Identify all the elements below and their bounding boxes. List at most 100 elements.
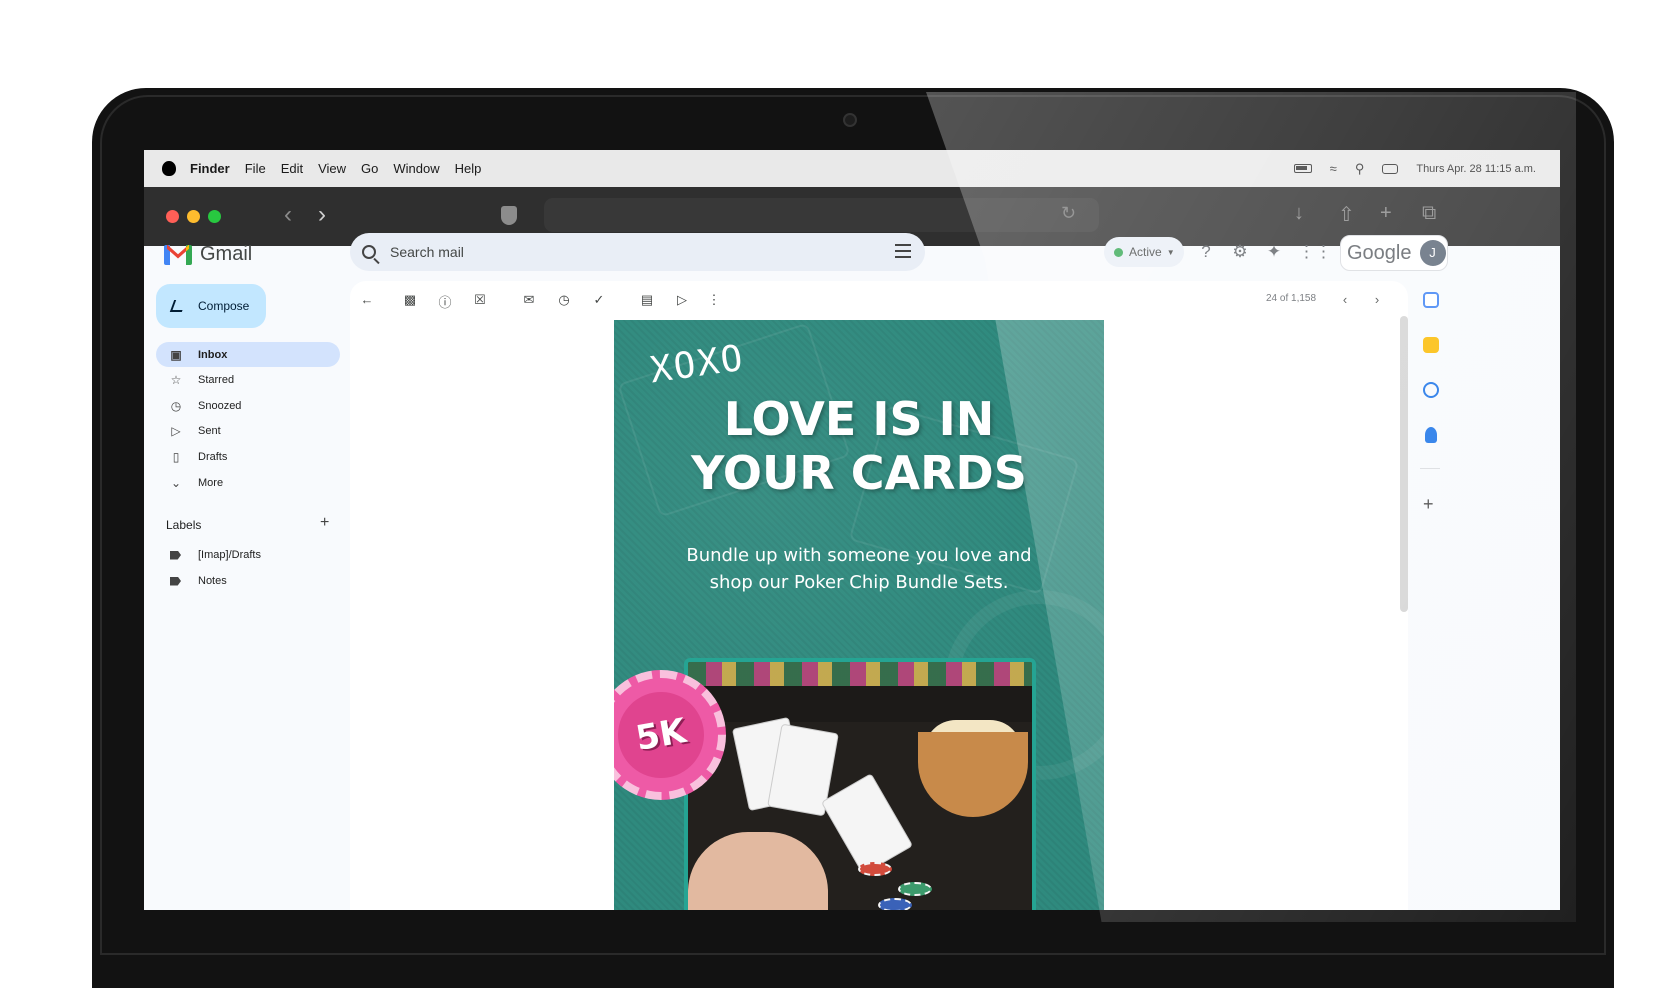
share-icon[interactable]: ⇧: [1338, 202, 1355, 227]
tasks-icon[interactable]: [1423, 382, 1439, 398]
sidebar-item-label: Inbox: [198, 348, 228, 361]
labels-heading: Labels: [166, 518, 202, 532]
email-subtext: Bundle up with someone you love and shop…: [686, 545, 1032, 593]
help-icon[interactable]: ?: [1196, 242, 1216, 262]
new-tab-icon[interactable]: +: [1380, 202, 1392, 225]
poker-chip: [858, 862, 892, 876]
status-label: Active: [1129, 245, 1162, 259]
search-options-icon[interactable]: [895, 244, 911, 258]
status-dot: [1114, 247, 1123, 257]
star-icon: ☆: [170, 372, 182, 387]
sidebar-item-label: Snoozed: [198, 399, 242, 412]
menu-go[interactable]: Go: [361, 161, 378, 176]
sidebar-item-drafts[interactable]: ▯ Drafts: [156, 444, 340, 469]
sidebar-item-label: Starred: [198, 373, 235, 386]
message-scrollbar[interactable]: [1400, 316, 1408, 612]
sidebar-item-more[interactable]: ⌄ More: [156, 470, 340, 495]
browser-forward-icon[interactable]: ›: [318, 201, 326, 229]
label-name: Notes: [198, 575, 227, 587]
contacts-icon[interactable]: [1425, 427, 1437, 443]
tab-overview-icon[interactable]: ⧉: [1422, 202, 1436, 225]
add-label-icon[interactable]: +: [320, 514, 329, 532]
menu-clock[interactable]: Thurs Apr. 28 11:15 a.m.: [1416, 163, 1536, 175]
report-spam-icon[interactable]: ⓘ: [436, 292, 454, 311]
gear-icon[interactable]: ⚙: [1230, 242, 1250, 262]
window-minimize-button[interactable]: [187, 210, 200, 223]
menu-file[interactable]: File: [245, 161, 266, 176]
gemini-sparkle-icon[interactable]: ✦: [1264, 242, 1284, 262]
sidebar-item-label: More: [198, 476, 224, 489]
message-count: 24 of 1,158: [1266, 293, 1317, 304]
address-bar[interactable]: [544, 198, 1099, 232]
more-vertical-icon[interactable]: ⋮: [705, 292, 723, 308]
search-input[interactable]: Search mail: [390, 244, 464, 260]
window-close-button[interactable]: [166, 210, 179, 223]
clock-icon: ◷: [170, 398, 182, 413]
side-panel-divider: [1420, 468, 1440, 469]
headline-line-2: YOUR CARDS: [691, 446, 1027, 500]
menu-finder[interactable]: Finder: [190, 161, 230, 176]
privacy-shield-icon[interactable]: [501, 206, 517, 225]
poker-chip: [878, 898, 912, 910]
avatar[interactable]: J: [1419, 240, 1446, 266]
wifi-icon[interactable]: ≈: [1330, 161, 1337, 176]
browser-back-icon[interactable]: ‹: [284, 201, 292, 229]
draft-icon: ▯: [172, 449, 180, 464]
apps-grid-icon[interactable]: ⋮⋮: [1298, 242, 1332, 262]
email-body-image: XOXO LOVE IS IN YOUR CARDS Bundle up wit…: [614, 320, 1104, 910]
label-item-imap-drafts[interactable]: [Imap]/Drafts: [156, 543, 340, 567]
email-headline: LOVE IS IN YOUR CARDS: [614, 392, 1104, 500]
window-zoom-button[interactable]: [208, 210, 221, 223]
sidebar-item-sent[interactable]: ▷ Sent: [156, 418, 340, 443]
mac-menu-bar: Finder File Edit View Go Window Help ≈ ⚲…: [144, 150, 1560, 187]
download-icon[interactable]: ↓: [1294, 202, 1304, 225]
label-item-notes[interactable]: Notes: [156, 569, 340, 593]
label-icon[interactable]: ▷: [673, 292, 691, 308]
headline-line-1: LOVE IS IN: [723, 392, 995, 446]
poker-chip: [898, 882, 932, 896]
apple-icon[interactable]: [162, 161, 176, 176]
back-arrow-icon[interactable]: ←: [358, 292, 376, 307]
control-center-icon[interactable]: [1382, 163, 1399, 174]
menu-help[interactable]: Help: [455, 161, 482, 176]
gmail-m-icon: [164, 244, 192, 265]
mark-unread-icon[interactable]: ✉: [520, 292, 538, 308]
keep-icon[interactable]: [1423, 337, 1439, 353]
chevron-down-icon: ⌄: [170, 475, 182, 490]
add-task-icon[interactable]: ✓: [590, 292, 608, 308]
webcam: [843, 113, 857, 127]
chip-label: 5K: [614, 685, 711, 785]
older-message-icon[interactable]: ›: [1368, 292, 1386, 307]
sidebar-item-inbox[interactable]: ▣ Inbox: [156, 342, 340, 367]
compose-label: Compose: [198, 299, 250, 313]
chevron-down-icon: ▼: [1166, 247, 1175, 257]
sidebar-item-starred[interactable]: ☆ Starred: [156, 367, 340, 392]
move-to-icon[interactable]: ▤: [638, 292, 656, 308]
snooze-icon[interactable]: ◷: [555, 292, 573, 308]
menu-edit[interactable]: Edit: [281, 161, 303, 176]
menu-window[interactable]: Window: [393, 161, 439, 176]
get-addons-icon[interactable]: +: [1423, 494, 1434, 515]
spotlight-search-icon[interactable]: ⚲: [1355, 161, 1365, 177]
chip-rack: [688, 662, 1032, 686]
menu-status-area: ≈ ⚲ Thurs Apr. 28 11:15 a.m.: [1293, 150, 1536, 187]
gmail-wordmark: Gmail: [200, 243, 253, 265]
newer-message-icon[interactable]: ‹: [1336, 292, 1354, 307]
sidebar-item-snoozed[interactable]: ◷ Snoozed: [156, 393, 340, 418]
archive-icon[interactable]: ▩: [401, 292, 419, 308]
menu-view[interactable]: View: [318, 161, 346, 176]
gmail-logo[interactable]: Gmail: [164, 243, 252, 266]
reload-icon[interactable]: ↻: [1061, 203, 1076, 224]
label-tag-icon: [170, 550, 181, 560]
compose-button[interactable]: Compose: [156, 284, 266, 328]
sidebar-item-label: Drafts: [198, 450, 228, 463]
search-icon[interactable]: [362, 245, 376, 259]
screen: Finder File Edit View Go Window Help ≈ ⚲…: [144, 150, 1560, 910]
label-tag-icon: [170, 576, 181, 586]
google-account-box[interactable]: Google J: [1340, 235, 1448, 271]
trash-icon[interactable]: ☒: [471, 292, 489, 308]
calendar-icon[interactable]: [1423, 292, 1439, 308]
status-selector[interactable]: Active ▼: [1104, 237, 1184, 267]
search-bar[interactable]: Search mail: [350, 233, 925, 271]
battery-icon[interactable]: [1293, 164, 1312, 173]
